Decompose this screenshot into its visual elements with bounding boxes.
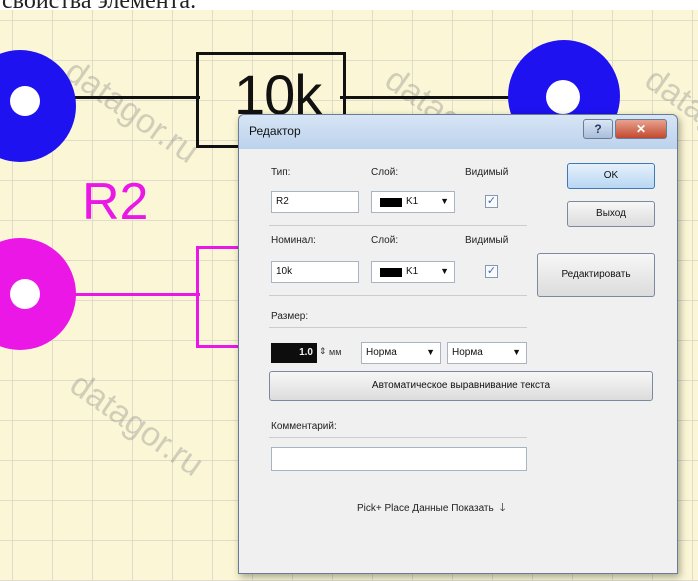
pad-hole xyxy=(10,279,40,309)
font-style-value: Норма xyxy=(366,347,397,358)
close-icon: ✕ xyxy=(635,122,647,136)
comment-label: Комментарий: xyxy=(271,421,337,432)
edit-button[interactable]: Редактировать xyxy=(537,253,655,297)
font-style-select-1[interactable]: Норма ▼ xyxy=(361,342,441,364)
type-visible-label: Видимый xyxy=(465,167,509,178)
check-icon: ✓ xyxy=(486,195,497,207)
comment-input[interactable] xyxy=(271,447,527,471)
layer-color-swatch xyxy=(380,198,402,207)
layer-color-swatch xyxy=(380,268,402,277)
separator xyxy=(269,295,527,296)
chevron-down-icon: ▼ xyxy=(440,196,449,206)
size-label: Размер: xyxy=(271,311,309,322)
type-layer-select[interactable]: K1 ▼ xyxy=(371,191,455,213)
nominal-layer-label: Слой: xyxy=(371,235,399,246)
watermark: datagor.ru xyxy=(63,365,211,484)
chevron-down-icon: ▼ xyxy=(512,347,521,357)
type-layer-value: K1 xyxy=(406,196,419,207)
auto-align-text-button[interactable]: Автоматическое выравнивание текста xyxy=(269,371,653,401)
nominal-layer-select[interactable]: K1 ▼ xyxy=(371,261,455,283)
nominal-input[interactable]: 10k xyxy=(271,261,359,283)
nominal-label: Номинал: xyxy=(271,235,316,246)
size-unit: мм xyxy=(329,347,342,357)
pick-place-toggle[interactable]: Pick+ Place Данные Показать 🡓 xyxy=(357,499,505,518)
nominal-layer-value: K1 xyxy=(406,266,419,277)
chevron-down-icon: ▼ xyxy=(426,347,435,357)
type-visible-checkbox[interactable]: ✓ xyxy=(485,195,498,208)
dialog-title: Редактор xyxy=(249,124,301,138)
separator xyxy=(269,437,527,438)
check-icon: ✓ xyxy=(486,265,497,277)
font-style-value: Норма xyxy=(452,347,483,358)
nominal-visible-label: Видимый xyxy=(465,235,509,246)
trace-wire xyxy=(340,96,520,99)
help-button[interactable]: ? xyxy=(583,119,613,139)
designator-label[interactable]: R2 xyxy=(82,172,148,232)
type-layer-label: Слой: xyxy=(371,167,399,178)
caption-text: свойства элемента. xyxy=(2,0,196,10)
pad-hole xyxy=(10,86,40,116)
dialog-titlebar[interactable]: Редактор ? ✕ xyxy=(239,115,677,149)
pad-hole xyxy=(546,80,580,114)
chevron-down-icon: ▼ xyxy=(440,266,449,276)
editor-dialog: Редактор ? ✕ Тип: Слой: Видимый R2 K1 ▼ … xyxy=(238,114,678,574)
trace-wire xyxy=(70,293,200,296)
close-button[interactable]: ✕ xyxy=(615,119,667,139)
caption-strip: свойства элемента. xyxy=(0,0,698,10)
trace-wire xyxy=(70,96,200,99)
size-value[interactable]: 1.0 xyxy=(271,343,317,363)
nominal-visible-checkbox[interactable]: ✓ xyxy=(485,265,498,278)
separator xyxy=(269,327,527,328)
ok-button[interactable]: OK xyxy=(567,163,655,189)
watermark: datagor.ru xyxy=(58,52,206,171)
separator xyxy=(269,225,527,226)
type-input[interactable]: R2 xyxy=(271,191,359,213)
exit-button[interactable]: Выход xyxy=(567,201,655,227)
arrow-down-icon: 🡓 xyxy=(499,502,506,514)
pick-place-label: Pick+ Place Данные Показать xyxy=(357,503,494,514)
type-label: Тип: xyxy=(271,167,291,178)
spin-icon[interactable]: ⇕ xyxy=(319,346,327,357)
font-style-select-2[interactable]: Норма ▼ xyxy=(447,342,527,364)
